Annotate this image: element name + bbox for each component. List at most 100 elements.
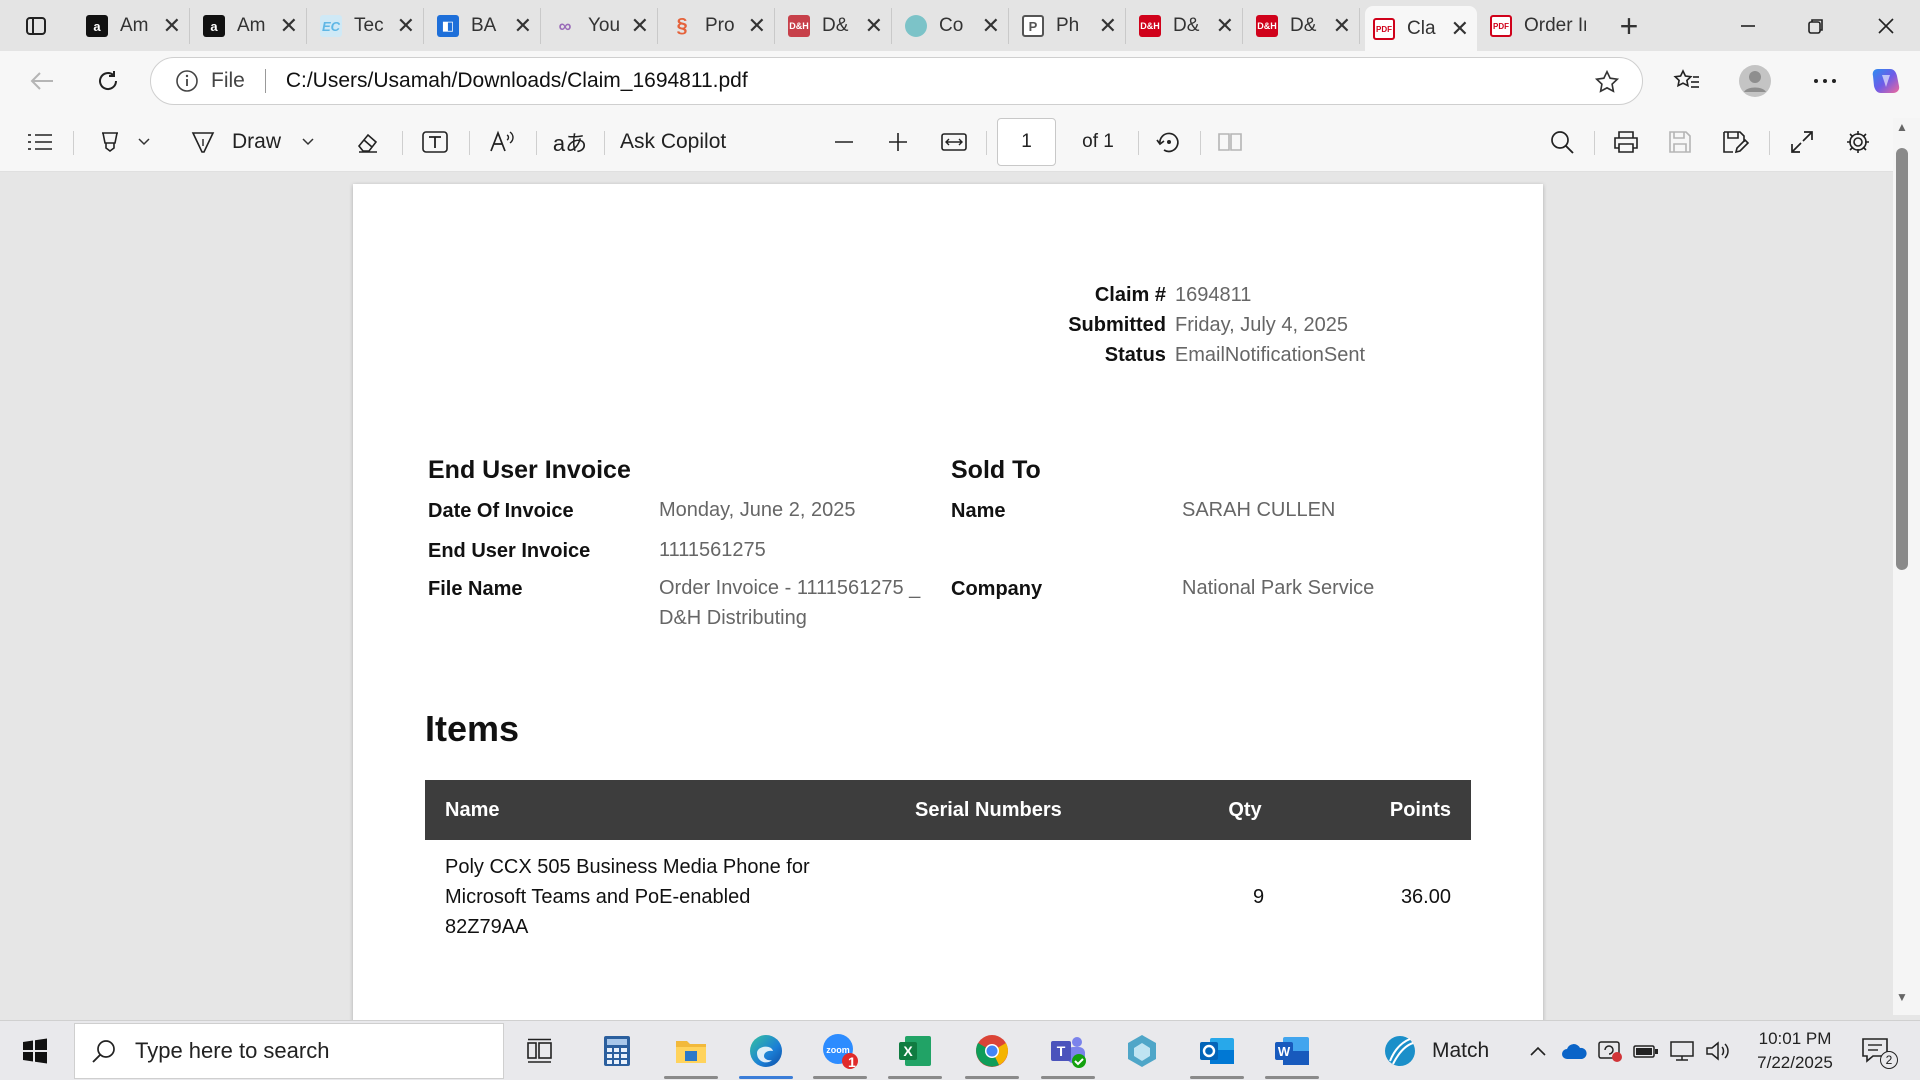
close-icon[interactable]: ✕ — [748, 15, 766, 37]
page-number-input[interactable] — [997, 118, 1056, 166]
omnibox[interactable]: File C:/Users/Usamah/Downloads/Claim_169… — [150, 57, 1643, 105]
highlight-button[interactable] — [88, 124, 160, 160]
favorites-button[interactable] — [1667, 61, 1707, 101]
tab-tec[interactable]: EC Tec ✕ — [312, 8, 424, 44]
tab-dh-2[interactable]: D&H D& ✕ — [1131, 8, 1243, 44]
notifications-button[interactable]: 2 — [1856, 1033, 1898, 1069]
profile-avatar[interactable] — [1735, 61, 1775, 101]
network-icon[interactable] — [1668, 1037, 1696, 1065]
close-icon[interactable]: ✕ — [1451, 18, 1469, 40]
divider — [536, 131, 537, 155]
excel-app[interactable]: X — [880, 1025, 950, 1079]
close-window-button[interactable] — [1852, 0, 1920, 51]
calculator-app[interactable] — [582, 1025, 652, 1077]
pdf-toolbar: Draw aあ Ask Copilot of 1 — [0, 112, 1920, 172]
weather-label: Match — [1432, 1039, 1490, 1062]
restore-button[interactable] — [1782, 0, 1850, 51]
outlook-app[interactable] — [1182, 1025, 1252, 1079]
tab-claim-active[interactable]: PDF Cla ✕ — [1365, 6, 1477, 52]
tab-actions-icon[interactable] — [14, 10, 58, 42]
close-icon[interactable]: ✕ — [982, 15, 1000, 37]
close-icon[interactable]: ✕ — [163, 15, 181, 37]
refresh-button[interactable] — [88, 61, 128, 101]
tab-order-invoice[interactable]: PDF Order In — [1482, 8, 1594, 44]
page-view-button[interactable] — [1212, 124, 1248, 160]
close-icon[interactable]: ✕ — [397, 15, 415, 37]
chevron-up-icon[interactable] — [1524, 1037, 1552, 1065]
tab-amazon-1[interactable]: a Am ✕ — [78, 8, 190, 44]
tab-amazon-2[interactable]: a Am ✕ — [195, 8, 307, 44]
tab-ph[interactable]: P Ph ✕ — [1014, 8, 1126, 44]
tab-dh-1[interactable]: D&H D& ✕ — [780, 8, 892, 44]
scrollbar-thumb[interactable] — [1896, 148, 1908, 570]
scroll-down-arrow[interactable]: ▼ — [1896, 990, 1908, 1004]
tab-label: Cla — [1407, 18, 1436, 39]
close-icon[interactable]: ✕ — [1216, 15, 1234, 37]
copilot-icon[interactable] — [1866, 61, 1906, 101]
new-tab-button[interactable]: + — [1611, 8, 1647, 44]
translate-button[interactable]: aあ — [552, 124, 588, 160]
url-text[interactable]: C:/Users/Usamah/Downloads/Claim_1694811.… — [286, 69, 748, 93]
zoom-app[interactable]: zoom 1 — [805, 1025, 875, 1079]
info-icon — [176, 70, 198, 92]
close-icon[interactable]: ✕ — [280, 15, 298, 37]
zoom-out-button[interactable] — [826, 124, 862, 160]
start-button[interactable] — [0, 1021, 70, 1080]
scroll-up-arrow[interactable]: ▲ — [1896, 120, 1908, 134]
back-button[interactable] — [22, 61, 62, 101]
file-name-label: File Name — [428, 578, 523, 600]
favorite-star-icon[interactable] — [1594, 69, 1620, 100]
taskbar-search[interactable]: Type here to search — [74, 1023, 504, 1079]
fullscreen-button[interactable] — [1784, 124, 1820, 160]
draw-pen-icon — [191, 132, 215, 153]
tab-ba[interactable]: ◧ BA ✕ — [429, 8, 541, 44]
pdf-icon: PDF — [1373, 18, 1395, 40]
system-clock[interactable]: 10:01 PM 7/22/2025 — [1740, 1027, 1850, 1075]
claim-number-label: Claim # — [1094, 284, 1166, 306]
rotate-button[interactable] — [1150, 124, 1186, 160]
close-icon[interactable]: ✕ — [1099, 15, 1117, 37]
site-info[interactable]: File — [175, 69, 245, 93]
print-button[interactable] — [1608, 124, 1644, 160]
tab-pro[interactable]: § Pro ✕ — [663, 8, 775, 44]
teams-app[interactable]: T — [1033, 1025, 1103, 1079]
close-icon[interactable]: ✕ — [865, 15, 883, 37]
search-button[interactable] — [1544, 124, 1580, 160]
app-hex[interactable] — [1107, 1025, 1177, 1077]
running-indicator — [965, 1076, 1019, 1079]
battery-icon[interactable] — [1632, 1037, 1660, 1065]
teams-icon: T — [1051, 1037, 1086, 1068]
draw-button[interactable]: Draw — [190, 124, 320, 160]
word-app[interactable]: W — [1257, 1025, 1327, 1079]
tab-you[interactable]: ∞ You ✕ — [546, 8, 658, 44]
divider — [604, 131, 605, 155]
minimize-button[interactable] — [1714, 0, 1782, 51]
save-as-button[interactable] — [1717, 124, 1753, 160]
read-aloud-button[interactable] — [484, 124, 520, 160]
settings-button[interactable] — [1840, 124, 1876, 160]
zoom-in-button[interactable] — [880, 124, 916, 160]
tab-label: You — [588, 15, 621, 36]
volume-icon[interactable] — [1704, 1037, 1732, 1065]
add-text-button[interactable] — [417, 124, 453, 160]
close-icon[interactable]: ✕ — [631, 15, 649, 37]
chrome-app[interactable] — [957, 1025, 1027, 1079]
edge-app[interactable] — [731, 1025, 801, 1079]
onedrive-icon[interactable] — [1560, 1037, 1588, 1065]
tab-dh-3[interactable]: D&H D& ✕ — [1248, 8, 1360, 44]
contents-list-icon[interactable] — [22, 124, 58, 160]
security-icon[interactable] — [1596, 1037, 1624, 1065]
erase-button[interactable] — [350, 124, 386, 160]
ask-copilot-button[interactable]: Ask Copilot — [620, 124, 750, 160]
close-icon[interactable]: ✕ — [514, 15, 532, 37]
running-indicator — [1041, 1076, 1095, 1079]
tab-co[interactable]: Co ✕ — [897, 8, 1009, 44]
weather-widget[interactable]: Match — [1382, 1021, 1489, 1080]
file-explorer-app[interactable] — [656, 1025, 726, 1079]
task-view-button[interactable] — [505, 1025, 575, 1077]
fit-to-width-button[interactable] — [936, 124, 972, 160]
eraser-icon — [357, 133, 378, 153]
close-icon[interactable]: ✕ — [1333, 15, 1351, 37]
save-button[interactable] — [1662, 124, 1698, 160]
more-menu-icon[interactable] — [1805, 61, 1845, 101]
